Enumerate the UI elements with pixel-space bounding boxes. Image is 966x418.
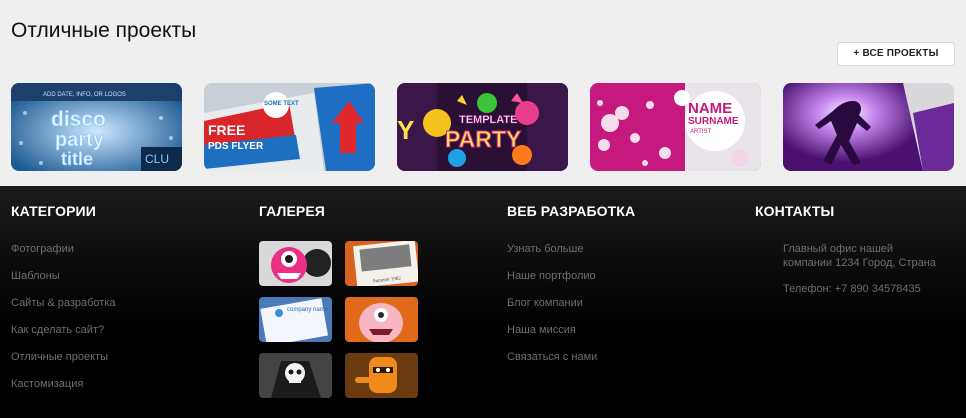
gallery-thumb-skull-reaper[interactable]: [259, 353, 332, 398]
all-projects-button[interactable]: + ВСЕ ПРОЕКТЫ: [837, 42, 955, 66]
contact-address: Главный офис нашей компании 1234 Город, …: [783, 243, 936, 269]
page-title: Отличные проекты: [11, 19, 197, 42]
gallery-thumb-orange-character[interactable]: [345, 353, 418, 398]
gallery-thumb-pink-monster[interactable]: [259, 241, 332, 286]
category-link-photos[interactable]: Фотографии: [11, 243, 116, 270]
party-line-1: TEMPLATE: [459, 114, 517, 126]
gallery-thumb-business-card[interactable]: company name: [259, 297, 332, 342]
category-link-sites[interactable]: Сайты & разработка: [11, 297, 116, 324]
web-link-mission[interactable]: Наша миссия: [507, 324, 597, 351]
category-link-projects[interactable]: Отличные проекты: [11, 351, 116, 378]
psd-line-2: PDS FLYER: [208, 141, 264, 152]
name-line-3: ARTIST: [690, 129, 712, 135]
projects-section: Отличные проекты + ВСЕ ПРОЕКТЫ ADD DATE, …: [0, 0, 966, 186]
project-thumb-purple-dancer[interactable]: [783, 83, 954, 171]
name-line-2: SURNAME: [688, 116, 739, 127]
gallery-thumb-photo-print[interactable]: Summer 1982: [345, 241, 418, 286]
name-line-1: NAME: [688, 100, 732, 117]
all-projects-label: ВСЕ ПРОЕКТЫ: [862, 48, 939, 59]
disco-line-3: title: [61, 149, 93, 169]
web-link-portfolio[interactable]: Наше портфолио: [507, 270, 597, 297]
contacts-heading: КОНТАКТЫ: [755, 203, 835, 219]
disco-top-text: ADD DATE, INFO, OR LOGOS: [43, 92, 126, 98]
psd-badge: SOME TEXT: [264, 101, 299, 107]
psd-line-1: FREE: [208, 122, 245, 138]
web-heading: ВЕБ РАЗРАБОТКА: [507, 203, 636, 219]
contacts-info: Главный офис нашей компании 1234 Город, …: [783, 242, 943, 308]
category-link-templates[interactable]: Шаблоны: [11, 270, 116, 297]
contact-phone: Телефон: +7 890 34578435: [783, 283, 921, 295]
footer-web: ВЕБ РАЗРАБОТКА: [507, 203, 635, 219]
party-line-2: PARTY: [445, 126, 521, 152]
gallery-thumb-pink-character[interactable]: [345, 297, 418, 342]
footer-contacts: КОНТАКТЫ: [755, 203, 834, 219]
card-text: company name: [287, 307, 329, 313]
web-link-blog[interactable]: Блог компании: [507, 297, 597, 324]
category-link-howto[interactable]: Как сделать сайт?: [11, 324, 116, 351]
web-links: Узнать больше Наше портфолио Блог компан…: [507, 243, 597, 378]
gallery-heading: ГАЛЕРЕЯ: [259, 203, 325, 219]
project-thumb-disco-party[interactable]: ADD DATE, INFO, OR LOGOS disco party tit…: [11, 83, 182, 171]
project-thumb-template-party[interactable]: TEMPLATE PARTY Y: [397, 83, 568, 171]
categories-links: Фотографии Шаблоны Сайты & разработка Ка…: [11, 243, 116, 405]
disco-side-text: CLU: [145, 152, 169, 166]
footer-categories: КАТЕГОРИИ: [11, 203, 96, 219]
category-link-customization[interactable]: Кастомизация: [11, 378, 116, 405]
disco-line-1: disco: [51, 108, 106, 131]
web-link-learn-more[interactable]: Узнать больше: [507, 243, 597, 270]
footer-gallery: ГАЛЕРЕЯ: [259, 203, 325, 219]
categories-heading: КАТЕГОРИИ: [11, 203, 96, 219]
web-link-contact[interactable]: Связаться с нами: [507, 351, 597, 378]
project-thumb-free-psd[interactable]: SOME TEXT FREE PDS FLYER: [204, 83, 375, 171]
project-thumb-name-surname[interactable]: NAME SURNAME ARTIST: [590, 83, 761, 171]
plus-icon: +: [853, 48, 860, 59]
svg-text:Y: Y: [397, 115, 414, 145]
disco-line-2: party: [55, 129, 105, 151]
